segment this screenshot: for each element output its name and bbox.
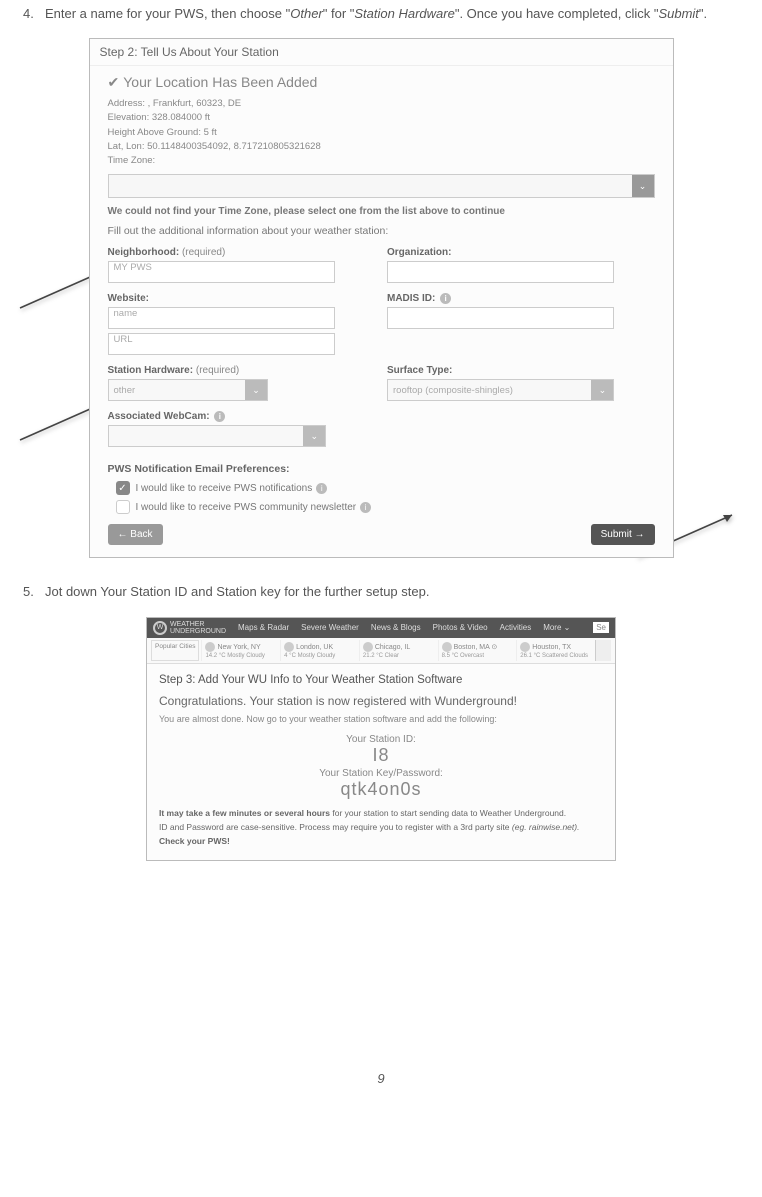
weather-icon (442, 642, 452, 652)
instruction-step-4: 4. Enter a name for your PWS, then choos… (20, 5, 742, 23)
nav-activities[interactable]: Activities (500, 623, 532, 632)
step5-text: Jot down Your Station ID and Station key… (45, 584, 429, 599)
website-label: Website: (108, 293, 376, 304)
station-id-value: I8 (159, 745, 603, 766)
info-icon[interactable]: i (214, 411, 225, 422)
nav-maps[interactable]: Maps & Radar (238, 623, 289, 632)
neighborhood-label: Neighborhood: (required) (108, 247, 376, 258)
check-icon: ✔ (108, 74, 120, 91)
station-key-label: Your Station Key/Password: (159, 768, 603, 779)
city-boston[interactable]: Boston, MA ⊙8.5 °C Overcast (438, 640, 515, 661)
info-icon[interactable]: i (360, 502, 371, 513)
chevron-down-icon: ⌄ (632, 175, 654, 197)
madis-label: MADIS ID: i (387, 293, 655, 304)
chevron-down-icon: ⌄ (245, 380, 267, 400)
nav-news[interactable]: News & Blogs (371, 623, 421, 632)
chevron-down-icon: ⌄ (591, 380, 613, 400)
station-setup-dialog: Step 2: Tell Us About Your Station ✔Your… (89, 38, 674, 558)
check-pws-link[interactable]: Check your PWS! (159, 836, 603, 846)
submit-button[interactable]: Submit → (591, 524, 655, 545)
checkbox-checked-icon: ✓ (116, 481, 130, 495)
step3-heading: Step 3: Add Your WU Info to Your Weather… (159, 674, 603, 686)
search-icon[interactable] (595, 640, 611, 661)
step4-text: Enter a name for your PWS, then choose "… (45, 6, 707, 21)
location-details: Address: , Frankfurt, 60323, DE Elevatio… (108, 97, 655, 168)
nav-more[interactable]: More ⌄ (543, 623, 570, 632)
dialog-title: Step 2: Tell Us About Your Station (90, 39, 673, 66)
latlon-line: Lat, Lon: 50.1148400354092, 8.7172108053… (108, 140, 655, 154)
fineprint-2: ID and Password are case-sensitive. Proc… (159, 822, 603, 832)
location-added-heading: ✔Your Location Has Been Added (108, 74, 655, 91)
surface-select[interactable]: rooftop (composite-shingles) ⌄ (387, 379, 614, 401)
step-number: 5. (23, 583, 34, 601)
station-key-value: qtk4on0s (159, 779, 603, 800)
page-number: 9 (20, 1071, 742, 1086)
instruction-step-5: 5. Jot down Your Station ID and Station … (20, 583, 742, 601)
step-number: 4. (23, 5, 34, 23)
chevron-down-icon: ⌄ (303, 426, 325, 446)
fineprint-1: It may take a few minutes or several hou… (159, 808, 603, 818)
wu-registration-complete: W WEATHERUNDERGROUND Maps & Radar Severe… (146, 617, 616, 861)
timezone-warning: We could not find your Time Zone, please… (108, 206, 655, 217)
nav-photos[interactable]: Photos & Video (433, 623, 488, 632)
checkbox-unchecked-icon (116, 500, 130, 514)
form-intro: Fill out the additional information abou… (108, 225, 655, 237)
wu-logo-icon: W (153, 621, 167, 635)
city-ny[interactable]: New York, NY14.2 °C Mostly Cloudy (201, 640, 278, 661)
hardware-label: Station Hardware: (required) (108, 365, 376, 376)
nav-severe[interactable]: Severe Weather (301, 623, 359, 632)
prefs-heading: PWS Notification Email Preferences: (108, 463, 655, 475)
surface-label: Surface Type: (387, 365, 655, 376)
wu-navbar: W WEATHERUNDERGROUND Maps & Radar Severe… (147, 618, 615, 638)
website-url-input[interactable]: URL (108, 333, 335, 355)
timezone-select[interactable]: ⌄ (108, 174, 655, 198)
pref-notifications-row[interactable]: ✓ I would like to receive PWS notificati… (116, 481, 655, 495)
screenshot2-wrapper: W WEATHERUNDERGROUND Maps & Radar Severe… (146, 617, 616, 861)
webcam-label: Associated WebCam: i (108, 411, 655, 422)
popular-cities-bar: Popular Cities New York, NY14.2 °C Mostl… (147, 638, 615, 664)
hardware-select[interactable]: other ⌄ (108, 379, 269, 401)
elevation-line: Elevation: 328.084000 ft (108, 111, 655, 125)
madis-input[interactable] (387, 307, 614, 329)
screenshot1-wrapper: Step 2: Tell Us About Your Station ✔Your… (20, 38, 742, 558)
website-name-input[interactable]: name (108, 307, 335, 329)
height-line: Height Above Ground: 5 ft (108, 126, 655, 140)
info-icon[interactable]: i (316, 483, 327, 494)
credentials-block: Your Station ID: I8 Your Station Key/Pas… (159, 734, 603, 800)
city-london[interactable]: London, UK4 °C Mostly Cloudy (280, 640, 357, 661)
almost-done-text: You are almost done. Now go to your weat… (159, 714, 603, 724)
pref-newsletter-row[interactable]: I would like to receive PWS community ne… (116, 500, 655, 514)
search-stub[interactable]: Se (593, 622, 609, 633)
weather-icon (520, 642, 530, 652)
address-line: Address: , Frankfurt, 60323, DE (108, 97, 655, 111)
city-houston[interactable]: Houston, TX26.1 °C Scattered Clouds (516, 640, 593, 661)
back-button[interactable]: ← Back (108, 524, 163, 545)
weather-icon (284, 642, 294, 652)
organization-input[interactable] (387, 261, 614, 283)
city-chicago[interactable]: Chicago, IL21.2 °C Clear (359, 640, 436, 661)
congrats-text: Congratulations. Your station is now reg… (159, 694, 603, 708)
popular-label: Popular Cities (151, 640, 199, 661)
neighborhood-input[interactable]: MY PWS (108, 261, 335, 283)
info-icon[interactable]: i (440, 293, 451, 304)
station-id-label: Your Station ID: (159, 734, 603, 745)
organization-label: Organization: (387, 247, 655, 258)
webcam-select[interactable]: ⌄ (108, 425, 327, 447)
wu-logo[interactable]: W WEATHERUNDERGROUND (153, 621, 226, 635)
weather-icon (205, 642, 215, 652)
timezone-label: Time Zone: (108, 154, 655, 168)
weather-icon (363, 642, 373, 652)
